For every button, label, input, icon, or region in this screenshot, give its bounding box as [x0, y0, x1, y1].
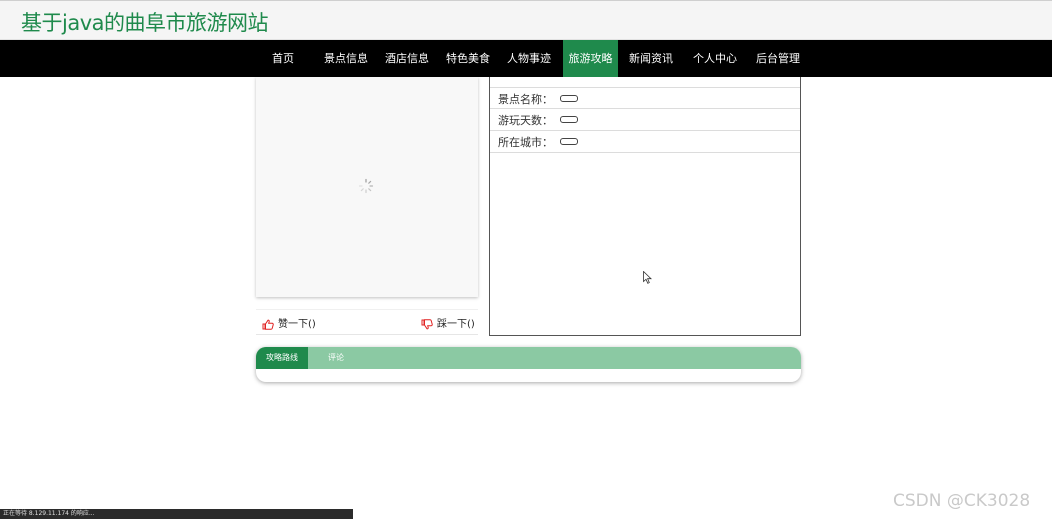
mouse-cursor-icon: [643, 271, 652, 284]
info-row-city: 所在城市：: [490, 131, 800, 153]
nav-item-home[interactable]: 首页: [263, 40, 303, 77]
nav-item-attractions[interactable]: 景点信息: [321, 40, 371, 77]
nav-item-user-center[interactable]: 个人中心: [690, 40, 740, 77]
info-label: 游玩天数：: [498, 114, 553, 127]
tab-comments[interactable]: 评论: [316, 347, 356, 369]
info-row-attraction-name: 景点名称：: [490, 87, 800, 109]
like-label: 赞一下(): [278, 319, 316, 330]
browser-status-bar: 正在等待 8.129.11.174 的响应...: [0, 509, 353, 519]
nav-item-travel-guide[interactable]: 旅游攻略: [563, 40, 618, 77]
nav-item-hotels[interactable]: 酒店信息: [382, 40, 432, 77]
dislike-label: 踩一下(): [437, 319, 475, 330]
dislike-button[interactable]: 踩一下(): [421, 315, 475, 330]
site-title[interactable]: 基于java的曲阜市旅游网站: [21, 7, 269, 37]
info-value: [560, 116, 578, 123]
info-label: 所在城市：: [498, 136, 553, 149]
thumbs-up-icon: [262, 319, 274, 330]
vote-bar: 赞一下() 踩一下(): [256, 309, 478, 335]
tab-route[interactable]: 攻略路线: [256, 347, 308, 369]
main-nav: 首页 景点信息 酒店信息 特色美食 人物事迹 旅游攻略 新闻资讯 个人中心 后台…: [0, 40, 1052, 77]
info-value: [560, 95, 578, 102]
thumbs-down-icon: [421, 318, 433, 329]
like-button[interactable]: 赞一下(): [262, 315, 316, 330]
site-header: 基于java的曲阜市旅游网站: [0, 0, 1052, 40]
tabs-bar: 攻略路线 评论: [256, 347, 801, 369]
watermark: CSDN @CK3028: [893, 491, 1031, 511]
nav-item-people[interactable]: 人物事迹: [504, 40, 554, 77]
nav-item-admin[interactable]: 后台管理: [753, 40, 803, 77]
nav-item-news[interactable]: 新闻资讯: [626, 40, 676, 77]
info-label: 景点名称：: [498, 93, 553, 106]
guide-tabs-panel: 攻略路线 评论: [256, 347, 801, 382]
loading-spinner-icon: [358, 178, 374, 194]
info-value: [560, 138, 578, 145]
nav-item-food[interactable]: 特色美食: [443, 40, 493, 77]
info-row-days: 游玩天数：: [490, 109, 800, 131]
guide-info-box: 景点名称： 游玩天数： 所在城市：: [489, 77, 801, 336]
